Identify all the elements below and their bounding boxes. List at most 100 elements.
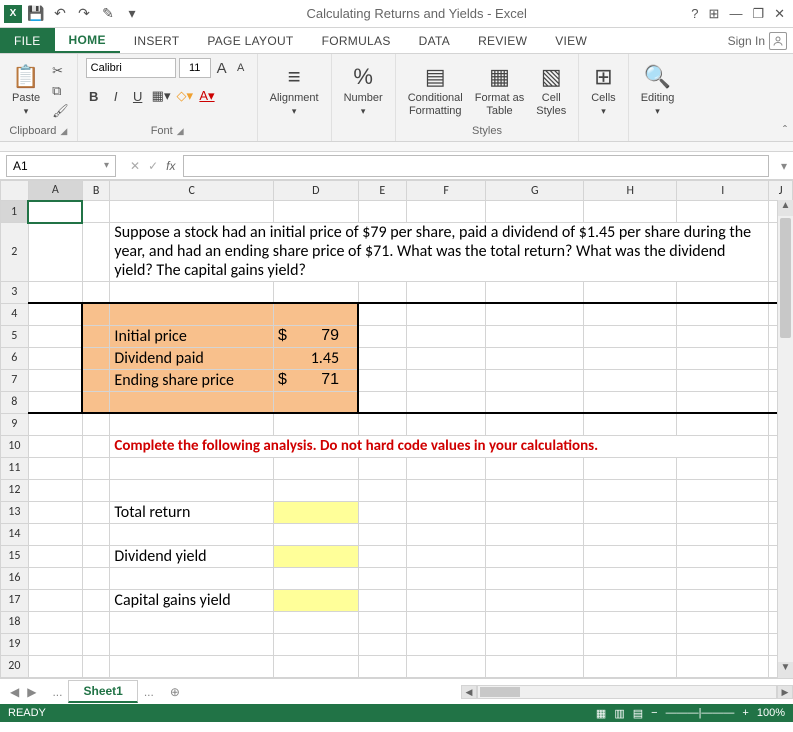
value-dividend-paid[interactable]: 1.45 [274,347,359,369]
row-1[interactable]: 1 [1,201,29,223]
bold-button[interactable]: B [86,89,102,104]
row-12[interactable]: 12 [1,479,29,501]
select-all-corner[interactable] [1,181,29,201]
hscroll-left[interactable]: ◀ [461,685,477,699]
tab-review[interactable]: REVIEW [464,28,541,53]
number-button[interactable]: % Number▾ [340,62,387,119]
row-6[interactable]: 6 [1,347,29,369]
sheet-nav-dots[interactable]: ... [46,685,68,699]
sheet-nav-dots-2[interactable]: ... [138,685,160,699]
col-E[interactable]: E [358,181,406,201]
tab-insert[interactable]: INSERT [120,28,194,53]
row-13[interactable]: 13 [1,501,29,523]
underline-button[interactable]: U [130,89,146,104]
redo-button[interactable]: ↷ [74,4,94,24]
col-A[interactable]: A [28,181,82,201]
add-sheet-button[interactable]: ⊕ [160,685,190,699]
font-launcher[interactable]: ◢ [177,126,184,137]
row-20[interactable]: 20 [1,655,29,677]
row-19[interactable]: 19 [1,633,29,655]
zoom-slider[interactable]: ———|——— [666,707,735,719]
italic-button[interactable]: I [108,89,124,104]
row-7[interactable]: 7 [1,369,29,391]
ribbon-options-button[interactable]: ⊞ [709,6,720,22]
cell-capital-gains-yield[interactable] [274,589,359,611]
clipboard-launcher[interactable]: ◢ [60,126,67,137]
spreadsheet-grid[interactable]: A B C D E F G H I J 1 2 Suppose a stock … [0,180,793,678]
tab-data[interactable]: DATA [405,28,464,53]
format-painter-button[interactable]: 🖌 [52,103,69,119]
view-page-layout-button[interactable]: ▥ [614,707,624,720]
enter-formula-button[interactable]: ✓ [148,159,158,173]
font-name-input[interactable] [86,58,176,78]
row-11[interactable]: 11 [1,457,29,479]
zoom-level[interactable]: 100% [757,707,785,719]
sheet-nav-next[interactable]: ▶ [27,685,36,699]
fx-button[interactable]: fx [166,159,175,173]
font-size-input[interactable] [179,58,211,78]
cut-button[interactable]: ✂ [52,63,69,79]
undo-button[interactable]: ↶ [50,4,70,24]
paste-button[interactable]: 📋 Paste ▾ [8,62,44,119]
collapse-ribbon-button[interactable]: ˆ [783,123,787,137]
row-2[interactable]: 2 [1,223,29,282]
tab-page-layout[interactable]: PAGE LAYOUT [193,28,307,53]
col-I[interactable]: I [677,181,769,201]
value-initial-price[interactable]: $ 79 [274,325,359,347]
row-3[interactable]: 3 [1,281,29,303]
row-10[interactable]: 10 [1,435,29,457]
col-B[interactable]: B [82,181,109,201]
cell-styles-button[interactable]: ▧ Cell Styles [532,62,570,118]
row-8[interactable]: 8 [1,391,29,413]
format-as-table-button[interactable]: ▦ Format as Table [471,62,529,118]
col-H[interactable]: H [584,181,677,201]
cell-dividend-yield[interactable] [274,545,359,567]
cell-A1[interactable] [28,201,82,223]
row-17[interactable]: 17 [1,589,29,611]
cells-button[interactable]: ⊞ Cells▾ [587,62,619,119]
column-headers[interactable]: A B C D E F G H I J [1,181,793,201]
col-C[interactable]: C [110,181,274,201]
grow-font-button[interactable]: A [214,60,230,77]
minimize-button[interactable]: — [729,6,742,21]
restore-button[interactable]: ❐ [752,6,764,22]
name-box[interactable]: A1▾ [6,155,116,177]
copy-button[interactable]: ⧉ [52,83,69,99]
tab-home[interactable]: HOME [55,28,120,53]
zoom-out-button[interactable]: − [651,707,657,719]
expand-formula-bar-button[interactable]: ▾ [775,159,793,173]
customize-qat-button[interactable]: ✎ [98,4,118,24]
row-21[interactable]: 21 [1,677,29,678]
sheet-tab-sheet1[interactable]: Sheet1 [68,680,137,703]
scroll-up-button[interactable]: ▲ [778,200,793,216]
sign-in-link[interactable]: Sign In [722,28,793,53]
col-J[interactable]: J [769,181,793,201]
cell-total-return[interactable] [274,501,359,523]
formula-input[interactable] [183,155,769,177]
alignment-button[interactable]: ≡ Alignment▾ [266,62,323,119]
conditional-formatting-button[interactable]: ▤ Conditional Formatting [404,62,467,118]
editing-button[interactable]: 🔍 Editing▾ [637,62,679,119]
row-5[interactable]: 5 [1,325,29,347]
hscroll-right[interactable]: ▶ [777,685,793,699]
scroll-thumb[interactable] [780,218,791,338]
col-D[interactable]: D [274,181,359,201]
scroll-down-button[interactable]: ▼ [778,662,793,678]
horizontal-scrollbar[interactable]: ◀ ▶ [461,685,793,699]
hscroll-thumb[interactable] [480,687,520,697]
row-14[interactable]: 14 [1,523,29,545]
view-normal-button[interactable]: ▦ [596,707,606,720]
col-F[interactable]: F [407,181,486,201]
value-ending-price[interactable]: $ 71 [274,369,359,391]
row-18[interactable]: 18 [1,611,29,633]
tab-view[interactable]: VIEW [541,28,601,53]
close-button[interactable]: ✕ [774,6,785,22]
tab-file[interactable]: FILE [0,28,55,53]
zoom-in-button[interactable]: + [742,707,748,719]
fill-color-button[interactable]: ◇▾ [176,88,193,104]
vertical-scrollbar[interactable]: ▲ ▼ [777,200,793,678]
font-color-button[interactable]: A▾ [199,88,215,104]
shrink-font-button[interactable]: A [233,62,249,74]
row-16[interactable]: 16 [1,567,29,589]
row-15[interactable]: 15 [1,545,29,567]
